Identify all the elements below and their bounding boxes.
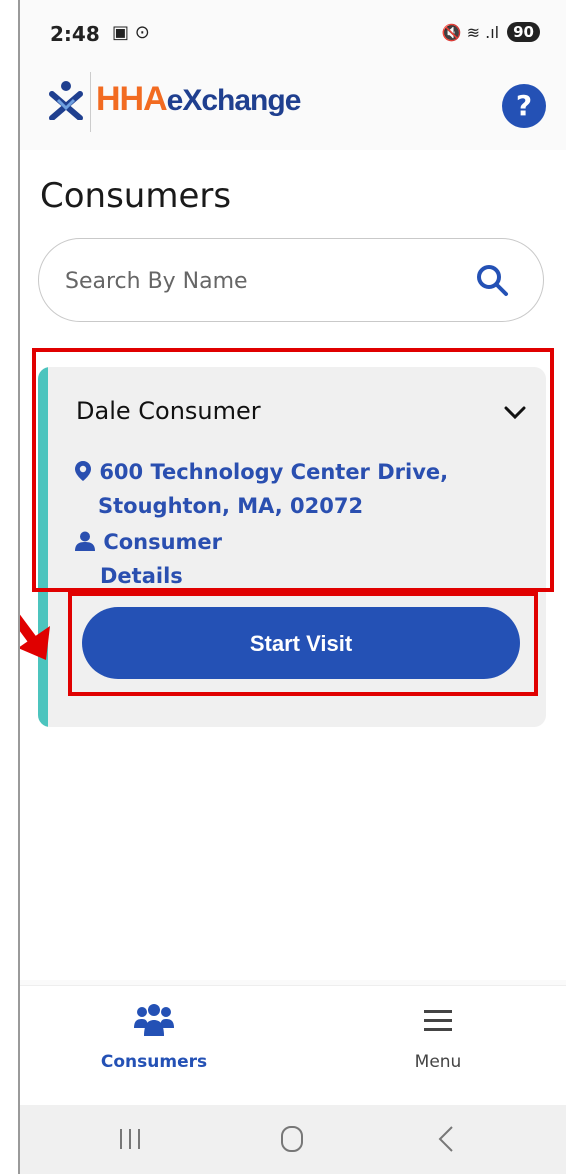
bottom-navigation: Consumers Menu <box>20 985 566 1106</box>
recent-apps-icon[interactable] <box>100 1119 160 1159</box>
system-navigation-bar <box>20 1105 566 1174</box>
nav-consumers-label: Consumers <box>100 1052 208 1072</box>
status-notification-icons: ▣ ⊙ <box>112 22 150 43</box>
page-title: Consumers <box>40 176 232 216</box>
app-logo: HHAeXchange <box>96 80 302 119</box>
main-content: Consumers Dale Consumer 600 Technology C… <box>20 150 566 980</box>
logo-figure-icon <box>49 81 83 120</box>
battery-icon: 90 <box>507 22 540 42</box>
home-icon[interactable] <box>262 1119 322 1159</box>
search-input[interactable] <box>63 263 457 299</box>
highlight-box-card-info <box>32 348 554 592</box>
red-arrow-annotation-icon <box>20 614 50 660</box>
status-bar: 2:48 ▣ ⊙ 🔇 ≋ .ıl 90 <box>20 0 566 68</box>
status-right-icons: 🔇 ≋ .ıl 90 <box>442 22 540 42</box>
logo-hha-text: HHA <box>96 80 168 118</box>
nav-consumers[interactable]: Consumers <box>54 1004 254 1072</box>
users-group-icon <box>134 1004 174 1036</box>
highlight-box-start-visit <box>68 592 538 696</box>
logo-divider <box>90 72 91 132</box>
back-icon[interactable] <box>416 1119 476 1159</box>
hamburger-menu-icon <box>424 1010 452 1031</box>
logo-exchange-text: eXchange <box>166 84 302 117</box>
help-button[interactable]: ? <box>502 84 546 128</box>
status-time: 2:48 <box>50 22 100 46</box>
nav-menu[interactable]: Menu <box>338 1004 538 1072</box>
search-icon[interactable] <box>475 263 509 297</box>
phone-screen: 2:48 ▣ ⊙ 🔇 ≋ .ıl 90 HHAeXchange ? Consum… <box>18 0 566 1174</box>
signal-icon: 🔇 ≋ .ıl <box>441 22 500 42</box>
search-bar <box>38 238 544 322</box>
app-header: HHAeXchange ? <box>20 68 566 150</box>
nav-menu-label: Menu <box>414 1052 462 1072</box>
